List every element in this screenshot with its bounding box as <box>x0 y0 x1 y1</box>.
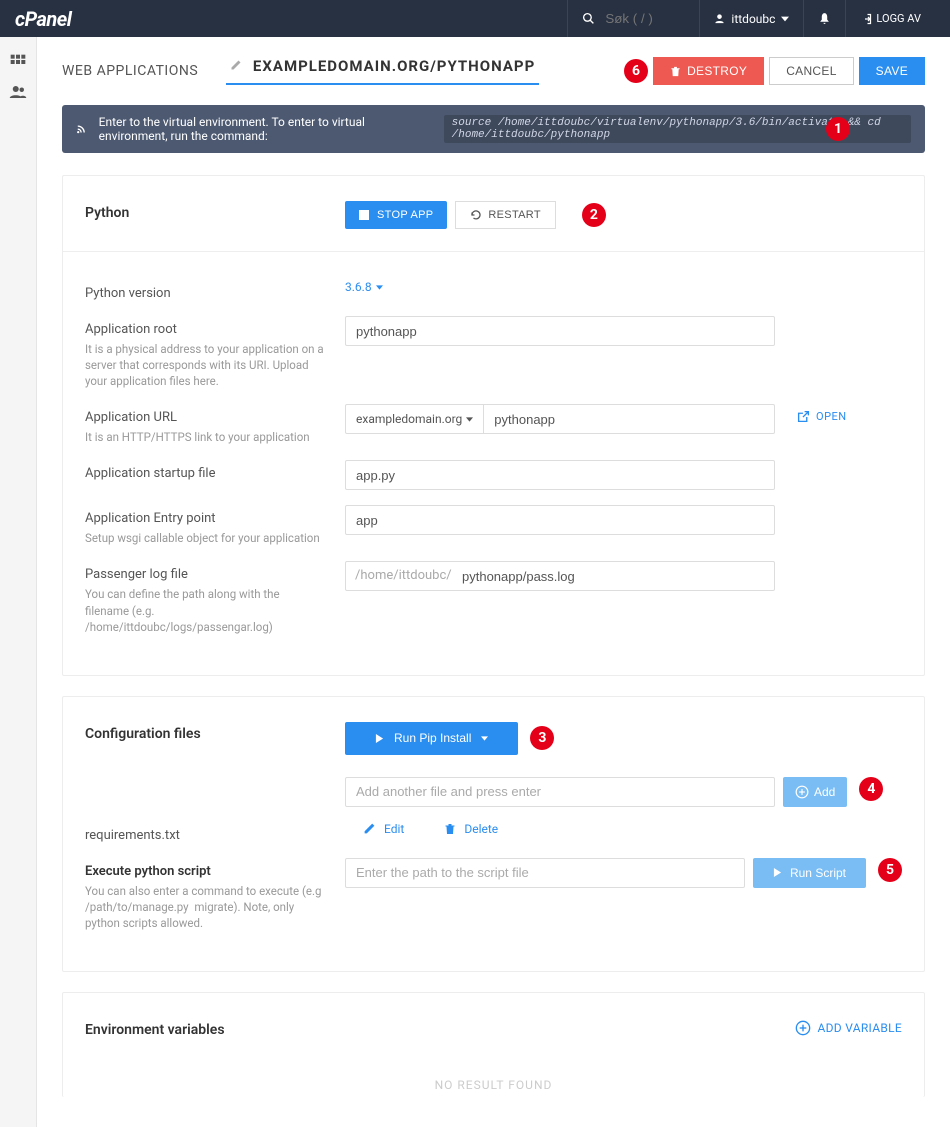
domain-title-editable[interactable]: EXAMPLEDOMAIN.ORG/PYTHONAPP <box>226 57 539 85</box>
save-button[interactable]: SAVE <box>859 57 925 85</box>
startup-file-input[interactable] <box>345 460 775 490</box>
entry-point-input[interactable] <box>345 505 775 535</box>
app-url-path-input[interactable] <box>484 404 775 434</box>
app-url-domain-select[interactable]: exampledomain.org <box>345 404 484 434</box>
info-text: Enter to the virtual environment. To ent… <box>99 115 432 143</box>
sidebar <box>0 37 37 1127</box>
run-pip-install-button[interactable]: Run Pip Install <box>345 722 518 755</box>
marker-4: 4 <box>859 777 883 801</box>
search-input[interactable] <box>605 11 685 26</box>
restart-icon <box>470 209 482 221</box>
run-script-button[interactable]: Run Script <box>753 858 866 888</box>
search-icon <box>582 12 595 25</box>
entry-point-label: Application Entry point Setup wsgi calla… <box>85 505 345 546</box>
marker-6: 6 <box>624 59 648 83</box>
destroy-button[interactable]: DESTROY <box>653 57 764 85</box>
caret-down-icon <box>466 416 473 423</box>
play-icon <box>773 868 782 877</box>
add-config-file-button[interactable]: Add <box>783 777 847 807</box>
app-url-label: Application URL It is an HTTP/HTTPS link… <box>85 404 345 445</box>
pencil-icon <box>363 822 376 835</box>
execute-script-label: Execute python script You can also enter… <box>85 858 345 931</box>
add-config-file-input[interactable] <box>345 777 775 807</box>
app-root-input[interactable] <box>345 316 775 346</box>
logout-label: LOGG AV <box>876 12 921 25</box>
python-label: Python <box>85 201 345 221</box>
user-menu[interactable]: ittdoubc <box>699 0 803 37</box>
marker-3: 3 <box>530 726 554 750</box>
caret-down-icon <box>376 284 383 291</box>
sidebar-item-users[interactable] <box>0 77 36 107</box>
logout-button[interactable]: LOGG AV <box>845 0 935 37</box>
open-url-link[interactable]: OPEN <box>797 404 847 423</box>
username-label: ittdoubc <box>731 12 775 26</box>
rss-icon <box>76 122 87 136</box>
user-icon <box>714 13 725 24</box>
marker-5: 5 <box>878 858 902 882</box>
stop-app-button[interactable]: STOP APP <box>345 201 447 229</box>
python-version-label: Python version <box>85 280 345 301</box>
logout-icon <box>860 13 872 25</box>
stop-icon <box>359 210 369 220</box>
sidebar-item-apps[interactable] <box>0 47 36 77</box>
log-file-label: Passenger log file You can define the pa… <box>85 561 345 634</box>
log-path-prefix: /home/ittdoubc/ <box>355 568 452 583</box>
notifications[interactable] <box>803 0 845 37</box>
delete-config-file-button[interactable]: Delete <box>444 822 498 836</box>
topbar: cPanel ittdoubc LOGG AV <box>0 0 950 37</box>
users-icon <box>9 83 27 101</box>
python-panel: Python STOP APP RESTART 2 Python version <box>62 175 925 676</box>
logo: cPanel <box>15 7 71 31</box>
script-path-input[interactable] <box>345 858 745 888</box>
python-version-select[interactable]: 3.6.8 <box>345 280 383 294</box>
play-icon <box>375 734 384 743</box>
pencil-icon <box>230 59 242 71</box>
marker-1: 1 <box>826 117 850 141</box>
global-search[interactable] <box>567 0 699 37</box>
edit-config-file-button[interactable]: Edit <box>363 822 404 836</box>
startup-file-label: Application startup file <box>85 460 345 481</box>
title-row: WEB APPLICATIONS EXAMPLEDOMAIN.ORG/PYTHO… <box>62 57 925 85</box>
config-files-label: Configuration files <box>85 722 345 742</box>
caret-down-icon <box>481 735 488 742</box>
no-result-text: NO RESULT FOUND <box>85 1078 902 1092</box>
app-root-label: Application root It is a physical addres… <box>85 316 345 389</box>
bell-icon <box>818 12 831 25</box>
marker-2: 2 <box>582 203 606 227</box>
grid-icon <box>10 54 26 70</box>
cancel-button[interactable]: CANCEL <box>769 57 853 85</box>
env-vars-label: Environment variables <box>85 1018 345 1038</box>
plus-circle-icon <box>795 785 809 799</box>
page-title: WEB APPLICATIONS <box>62 63 198 79</box>
external-link-icon <box>797 410 810 423</box>
restart-button[interactable]: RESTART <box>455 201 555 229</box>
virtualenv-info: Enter to the virtual environment. To ent… <box>62 105 925 153</box>
env-panel: Environment variables ADD VARIABLE NO RE… <box>62 992 925 1097</box>
trash-icon <box>444 823 456 835</box>
add-variable-button[interactable]: ADD VARIABLE <box>795 1020 902 1036</box>
plus-circle-icon <box>795 1020 811 1036</box>
config-file-name: requirements.txt <box>85 822 345 843</box>
trash-icon <box>670 66 681 77</box>
caret-down-icon <box>781 15 789 23</box>
config-panel: Configuration files Run Pip Install 3 <box>62 696 925 972</box>
